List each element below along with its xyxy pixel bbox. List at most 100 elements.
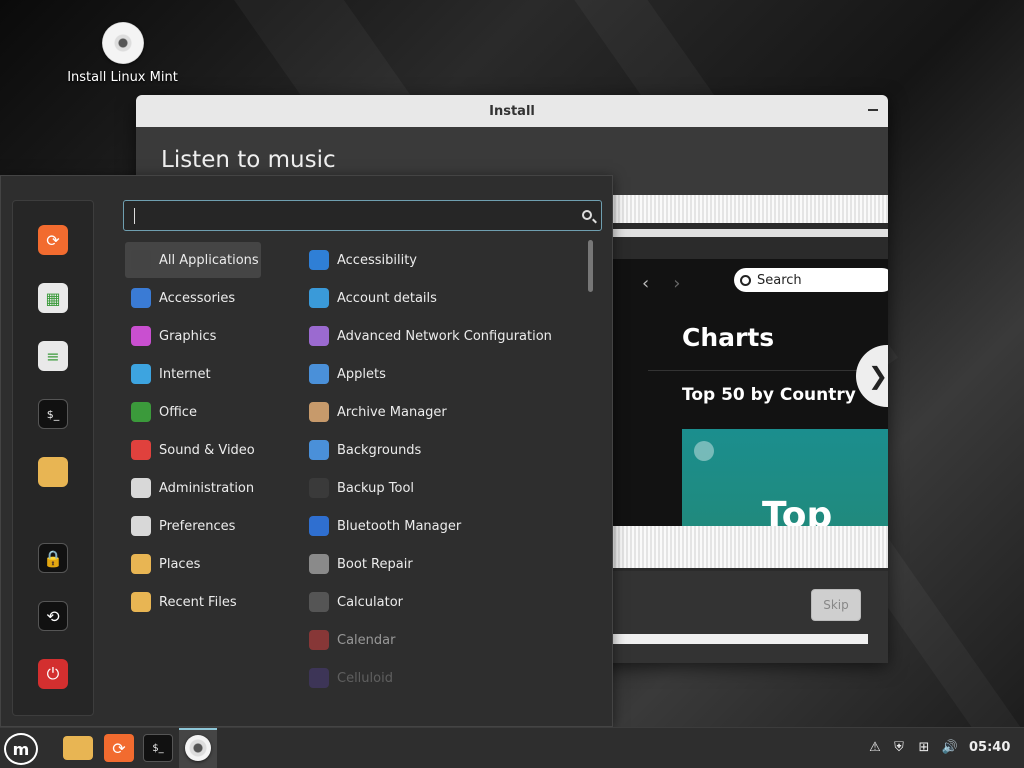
app-label: Archive Manager	[337, 404, 447, 420]
update-icon[interactable]: ⚠	[867, 739, 883, 755]
app-label: Backgrounds	[337, 442, 422, 458]
app-advanced-network-configuration[interactable]: Advanced Network Configuration	[303, 318, 583, 354]
app-backup-tool[interactable]: Backup Tool	[303, 470, 583, 506]
category-office[interactable]: Office	[125, 394, 261, 430]
app-backgrounds[interactable]: Backgrounds	[303, 432, 583, 468]
firefox-icon[interactable]: ⟳	[38, 225, 68, 255]
slideshow-image: ‹› Search Charts Top 50 by Country Top 5…	[612, 259, 888, 526]
network-icon	[309, 326, 329, 346]
admin-icon	[131, 478, 151, 498]
minimize-icon[interactable]	[868, 109, 878, 111]
clock[interactable]: 05:40	[969, 740, 1010, 755]
app-label: Accessibility	[337, 252, 417, 268]
category-recent-files[interactable]: Recent Files	[125, 584, 261, 620]
text-cursor	[134, 208, 135, 224]
back-arrow-icon[interactable]: ‹	[642, 273, 649, 294]
network-icon[interactable]: ⊞	[916, 739, 932, 755]
app-account-details[interactable]: Account details	[303, 280, 583, 316]
play-icon	[131, 440, 151, 460]
search-icon	[582, 210, 592, 220]
category-preferences[interactable]: Preferences	[125, 508, 261, 544]
recent-folder-icon	[131, 592, 151, 612]
app-applets[interactable]: Applets	[303, 356, 583, 392]
category-places[interactable]: Places	[125, 546, 261, 582]
app-accessibility[interactable]: Accessibility	[303, 242, 583, 278]
search-input[interactable]	[124, 201, 564, 230]
calculator-icon	[309, 592, 329, 612]
spotify-card: Top 50	[682, 429, 888, 526]
archive-icon	[309, 402, 329, 422]
category-label: Recent Files	[159, 594, 237, 610]
terminal-taskbar-icon[interactable]: $_	[143, 734, 173, 762]
app-archive-manager[interactable]: Archive Manager	[303, 394, 583, 430]
category-label: Graphics	[159, 328, 217, 344]
shield-icon[interactable]: ⛨	[891, 739, 907, 755]
app-calculator[interactable]: Calculator	[303, 584, 583, 620]
lock-screen-icon[interactable]: 🔒	[38, 543, 68, 573]
category-label: Administration	[159, 480, 255, 496]
application-menu: ⟳ ▦ ≡ $_ 🔒 ⟲ ⏻ All Applications Accessori…	[0, 175, 613, 727]
app-boot-repair[interactable]: Boot Repair	[303, 546, 583, 582]
category-label: All Applications	[159, 252, 259, 268]
cloud-icon	[131, 364, 151, 384]
spotify-nav: ‹ ›	[642, 273, 704, 294]
spotify-logo-icon	[694, 441, 714, 461]
spotify-charts-title: Charts	[682, 323, 775, 352]
app-celluloid[interactable]: Celluloid	[303, 660, 583, 696]
accessibility-icon	[309, 250, 329, 270]
logout-icon[interactable]: ⟲	[38, 601, 68, 631]
firefox-taskbar-icon[interactable]: ⟳	[104, 734, 134, 762]
celluloid-icon	[309, 668, 329, 688]
installer-taskbar-button[interactable]	[179, 728, 217, 768]
category-administration[interactable]: Administration	[125, 470, 261, 506]
skip-button[interactable]: Skip	[811, 589, 861, 621]
applets-icon	[309, 364, 329, 384]
shutdown-icon[interactable]: ⏻	[38, 659, 68, 689]
backgrounds-icon	[309, 440, 329, 460]
files-taskbar-icon[interactable]	[63, 736, 93, 760]
installer-titlebar[interactable]: Install	[136, 95, 888, 127]
category-all-applications[interactable]: All Applications	[125, 242, 261, 278]
scissors-icon	[131, 288, 151, 308]
installer-window-title: Install	[489, 103, 535, 119]
office-icon	[131, 402, 151, 422]
app-label: Celluloid	[337, 670, 393, 686]
files-icon[interactable]	[38, 457, 68, 487]
forward-arrow-icon[interactable]: ›	[673, 273, 680, 294]
category-accessories[interactable]: Accessories	[125, 280, 261, 316]
category-label: Preferences	[159, 518, 236, 534]
app-calendar[interactable]: Calendar	[303, 622, 583, 658]
category-label: Places	[159, 556, 201, 572]
backup-icon	[309, 478, 329, 498]
boot-repair-icon	[309, 554, 329, 574]
scrollbar[interactable]	[588, 240, 593, 292]
desktop-icon-install-linux-mint[interactable]: Install Linux Mint	[60, 22, 185, 85]
spotify-search: Search	[734, 268, 888, 292]
preferences-icon	[131, 516, 151, 536]
folder-icon	[131, 554, 151, 574]
mint-menu-icon[interactable]: m	[4, 733, 38, 765]
volume-icon[interactable]: 🔊	[942, 739, 958, 755]
menu-search-box	[123, 200, 602, 231]
calendar-icon	[309, 630, 329, 650]
disc-icon	[185, 735, 211, 761]
divider	[648, 370, 888, 371]
terminal-icon[interactable]: $_	[38, 399, 68, 429]
app-label: Account details	[337, 290, 437, 306]
chevron-right-icon: ❯	[856, 345, 888, 407]
spotify-top-label: Top 50 by Country	[682, 385, 856, 405]
taskbar: m ⟳ $_ ⚠ ⛨ ⊞ 🔊 05:40	[0, 727, 1024, 768]
account-icon	[309, 288, 329, 308]
spotify-card-text: Top 50	[762, 495, 833, 526]
software-manager-icon[interactable]: ▦	[38, 283, 68, 313]
category-internet[interactable]: Internet	[125, 356, 261, 392]
grid-icon	[131, 250, 151, 270]
desktop-icon-label: Install Linux Mint	[67, 70, 178, 85]
category-sound-video[interactable]: Sound & Video	[125, 432, 261, 468]
app-label: Boot Repair	[337, 556, 413, 572]
app-label: Calculator	[337, 594, 404, 610]
category-label: Accessories	[159, 290, 236, 306]
app-bluetooth-manager[interactable]: Bluetooth Manager	[303, 508, 583, 544]
category-graphics[interactable]: Graphics	[125, 318, 261, 354]
system-settings-icon[interactable]: ≡	[38, 341, 68, 371]
